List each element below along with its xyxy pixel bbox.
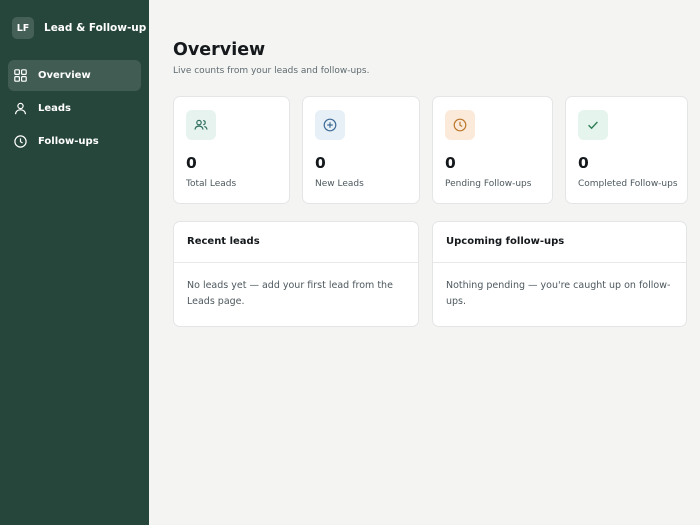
page-subtitle: Live counts from your leads and follow-u… [173,66,370,76]
stat-label: Pending Follow-ups [445,179,532,189]
clock-icon [445,110,475,140]
brand-name: Lead & Follow-up [44,22,147,34]
stat-value: 0 [186,154,197,172]
main-content: Overview Live counts from your leads and… [149,0,700,525]
sidebar-nav: Overview Leads Follow-ups [0,60,149,157]
brand[interactable]: LF Lead & Follow-up [0,17,149,39]
stats-row: 0 Total Leads 0 New Leads 0 Pending Foll… [173,96,688,204]
users-icon [186,110,216,140]
stat-label: New Leads [315,179,364,189]
page-title: Overview [173,40,266,60]
stat-value: 0 [315,154,326,172]
plus-circle-icon [315,110,345,140]
clock-icon [14,135,27,148]
panel-header: Recent leads [174,222,418,263]
user-icon [14,102,27,115]
stat-card-pending-follow-ups: 0 Pending Follow-ups [432,96,553,204]
stat-label: Completed Follow-ups [578,179,678,189]
sidebar-item-label: Leads [38,103,72,114]
stat-card-new-leads: 0 New Leads [302,96,420,204]
panel-title: Recent leads [187,236,260,247]
sidebar-item-follow-ups[interactable]: Follow-ups [8,126,141,157]
brand-logo: LF [12,17,34,39]
panel-header: Upcoming follow-ups [433,222,686,263]
stat-label: Total Leads [186,179,237,189]
app-shell: LF Lead & Follow-up Overview Leads Follo… [0,0,700,525]
stat-card-completed-follow-ups: 0 Completed Follow-ups [565,96,688,204]
empty-state-text: No leads yet — add your first lead from … [187,280,393,307]
check-icon [578,110,608,140]
sidebar: LF Lead & Follow-up Overview Leads Follo… [0,0,149,525]
sidebar-item-overview[interactable]: Overview [8,60,141,91]
sidebar-item-label: Follow-ups [38,136,99,147]
stat-value: 0 [445,154,456,172]
upcoming-follow-ups-panel: Upcoming follow-ups Nothing pending — yo… [432,221,687,327]
stat-card-total-leads: 0 Total Leads [173,96,290,204]
stat-value: 0 [578,154,589,172]
sidebar-item-leads[interactable]: Leads [8,93,141,124]
grid-icon [14,69,27,82]
sidebar-item-label: Overview [38,70,91,81]
panels-row: Recent leads No leads yet — add your fir… [173,221,688,327]
panel-title: Upcoming follow-ups [446,236,565,247]
recent-leads-panel: Recent leads No leads yet — add your fir… [173,221,419,327]
empty-state-text: Nothing pending — you're caught up on fo… [446,280,671,307]
